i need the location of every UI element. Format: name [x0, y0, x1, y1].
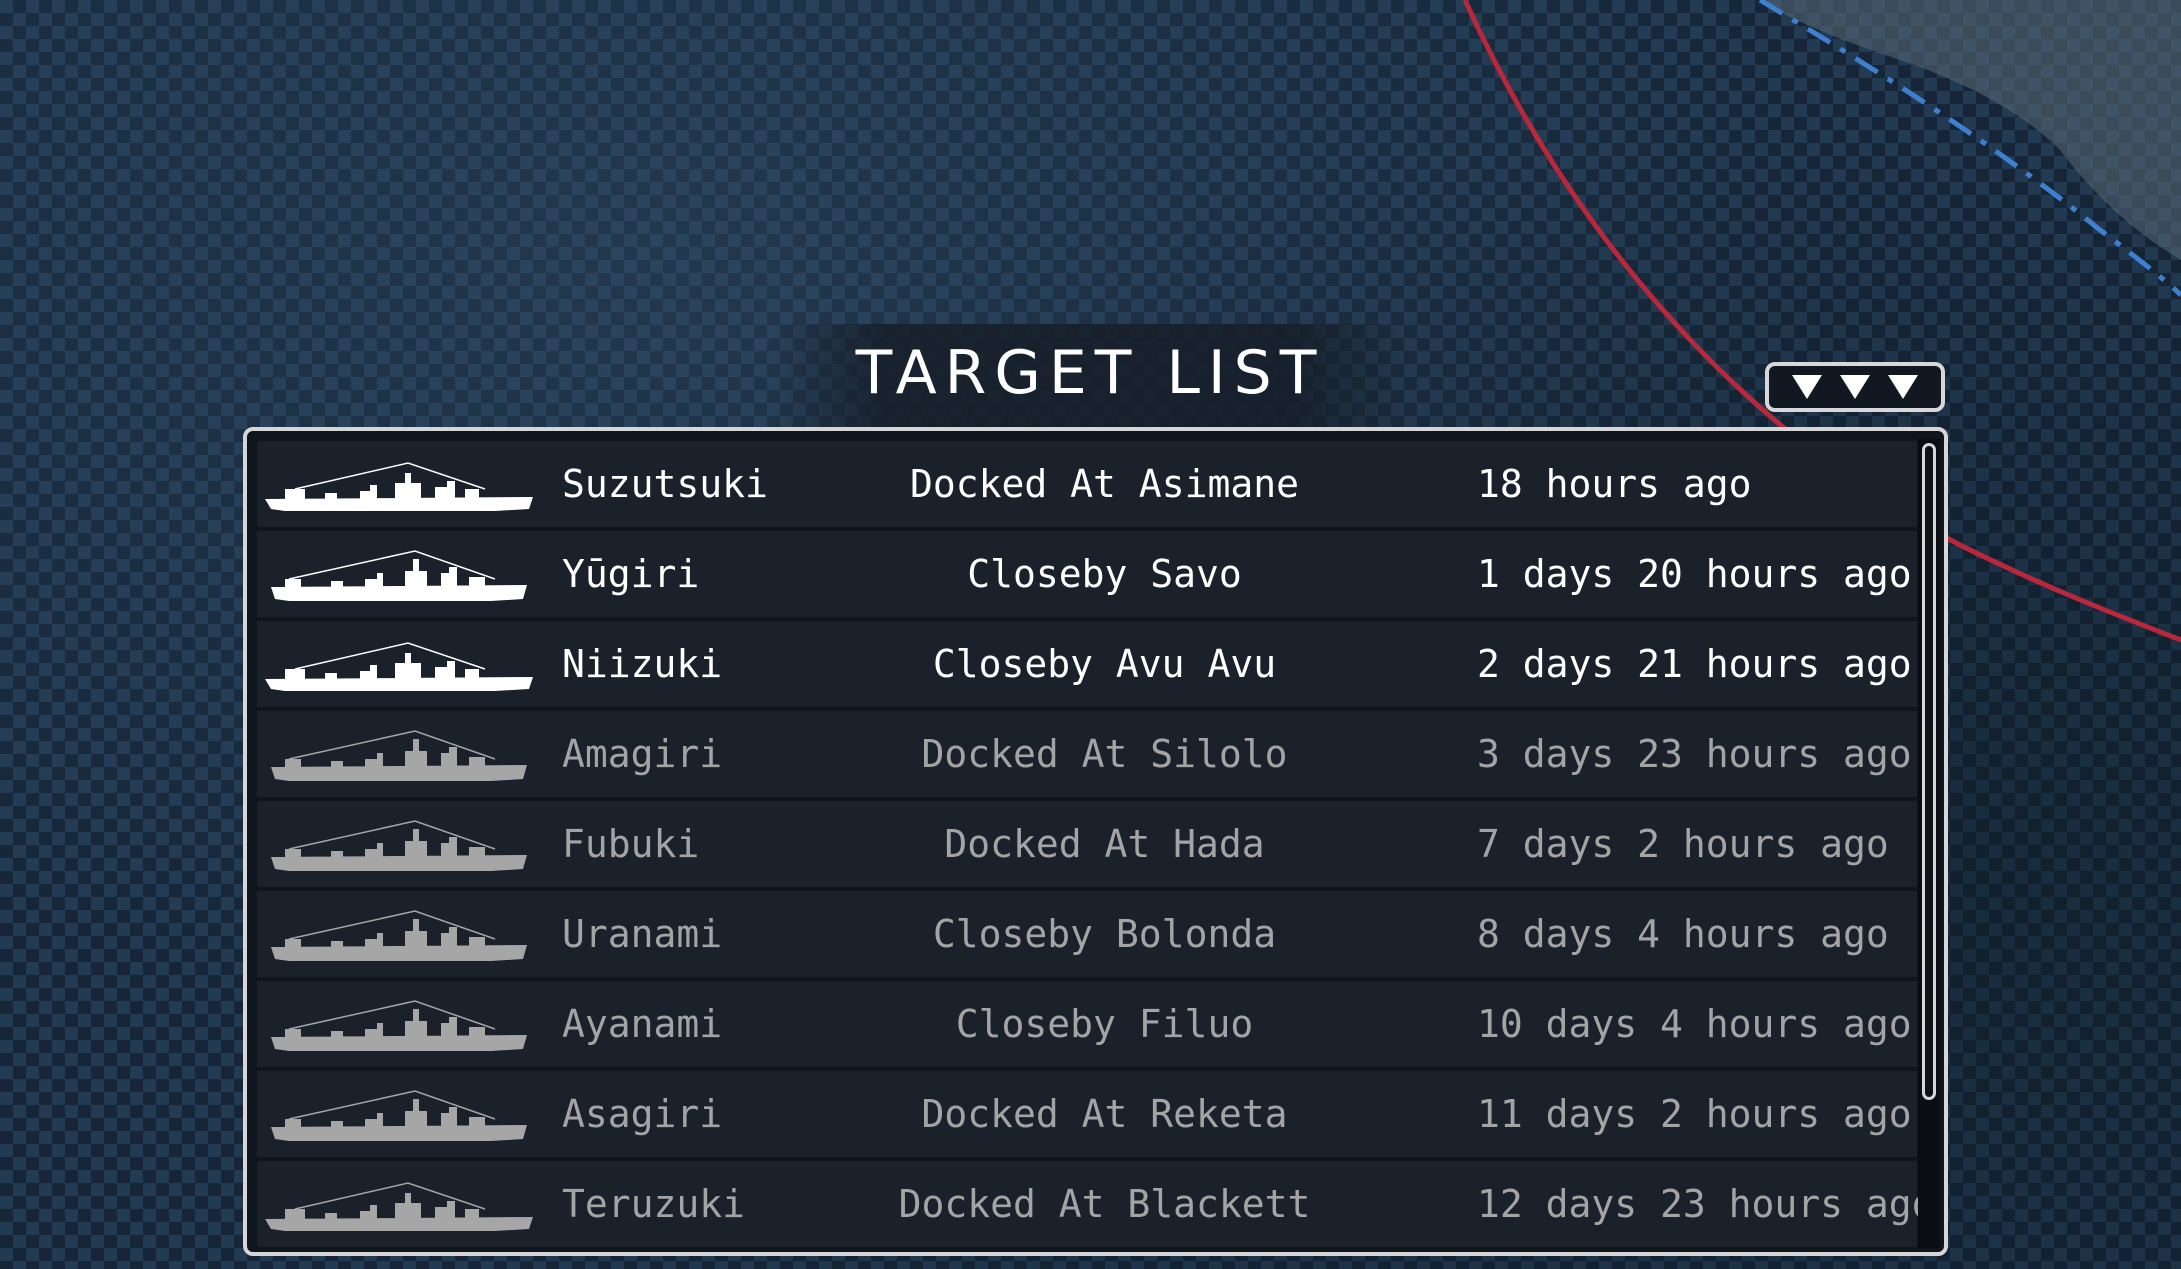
sort-toggle-button[interactable]: [1765, 362, 1945, 412]
ship-rigging: [288, 1090, 496, 1120]
destroyer-silhouette-icon: [271, 820, 527, 871]
last-seen-time: 1 days 20 hours ago: [1477, 552, 1912, 596]
map-background: TARGET LIST Suzutsuki Docked At Asimane 18…: [0, 0, 2181, 1269]
ship-hull: [265, 1193, 533, 1231]
ship-name: Teruzuki: [562, 1182, 746, 1226]
last-seen-time: 11 days 2 hours ago: [1477, 1092, 1912, 1136]
target-row[interactable]: Asagiri Docked At Reketa 11 days 2 hours a…: [257, 1071, 1917, 1157]
ship-rigging: [294, 1182, 486, 1210]
ship-location: Closeby Bolonda: [932, 912, 1277, 956]
last-seen-time: 10 days 4 hours ago: [1477, 1002, 1912, 1046]
target-row[interactable]: Ayanami Closeby Filuo 10 days 4 hours ago: [257, 981, 1917, 1067]
target-row[interactable]: Suzutsuki Docked At Asimane 18 hours ago: [257, 441, 1917, 527]
target-row[interactable]: Niizuki Closeby Avu Avu 2 days 21 hours ag…: [257, 621, 1917, 707]
destroyer-silhouette-icon: [265, 1182, 533, 1231]
target-list-panel: Suzutsuki Docked At Asimane 18 hours ago Yū…: [243, 427, 1948, 1256]
ship-rigging: [288, 550, 496, 580]
target-row[interactable]: Teruzuki Docked At Blackett 12 days 23 hou…: [257, 1161, 1935, 1247]
scrollbar-thumb[interactable]: [1922, 443, 1936, 1100]
ship-hull: [271, 1099, 527, 1141]
ship-location: Closeby Filuo: [955, 1002, 1254, 1046]
target-row[interactable]: Uranami Closeby Bolonda 8 days 4 hours ago: [257, 891, 1917, 977]
last-seen-time: 3 days 23 hours ago: [1477, 732, 1912, 776]
last-seen-time: 8 days 4 hours ago: [1477, 912, 1889, 956]
ship-hull: [271, 739, 527, 781]
destroyer-silhouette-icon: [265, 462, 533, 511]
ship-name: Amagiri: [562, 732, 723, 776]
ship-location: Closeby Savo: [967, 552, 1242, 596]
ship-hull: [265, 473, 533, 511]
target-row[interactable]: Yūgiri Closeby Savo 1 days 20 hours ago: [257, 531, 1917, 617]
chevron-down-icon: [1840, 375, 1870, 399]
destroyer-silhouette-icon: [271, 1000, 527, 1051]
panel-title: TARGET LIST: [855, 338, 1325, 408]
ship-name: Niizuki: [562, 642, 723, 686]
ship-location: Docked At Silolo: [921, 732, 1288, 776]
ship-location: Docked At Hada: [944, 822, 1265, 866]
ship-location: Docked At Reketa: [921, 1092, 1288, 1136]
ship-name: Asagiri: [562, 1092, 723, 1136]
ship-rigging: [288, 820, 496, 850]
ship-hull: [271, 829, 527, 871]
ship-location: Closeby Avu Avu: [932, 642, 1277, 686]
ship-rigging: [288, 1000, 496, 1030]
destroyer-silhouette-icon: [265, 642, 533, 691]
ship-name: Ayanami: [562, 1002, 723, 1046]
ship-location: Docked At Asimane: [910, 462, 1299, 506]
ship-hull: [265, 653, 533, 691]
ship-name: Suzutsuki: [562, 462, 768, 506]
last-seen-time: 7 days 2 hours ago: [1477, 822, 1889, 866]
ship-rigging: [288, 730, 496, 760]
destroyer-silhouette-icon: [271, 1090, 527, 1141]
ship-name: Yūgiri: [562, 552, 700, 596]
scrollbar[interactable]: [1918, 439, 1940, 1248]
last-seen-time: 18 hours ago: [1477, 462, 1752, 506]
ship-hull: [271, 559, 527, 601]
last-seen-time: 12 days 23 hours ago: [1477, 1182, 1935, 1226]
ship-name: Fubuki: [562, 822, 700, 866]
target-rows: Suzutsuki Docked At Asimane 18 hours ago Yū…: [257, 441, 1935, 1251]
destroyer-silhouette-icon: [271, 910, 527, 961]
target-row[interactable]: Amagiri Docked At Silolo 3 days 23 hours a…: [257, 711, 1917, 797]
destroyer-silhouette-icon: [271, 550, 527, 601]
ship-name: Uranami: [562, 912, 723, 956]
chevron-down-icon: [1888, 375, 1918, 399]
ship-rigging: [288, 910, 496, 940]
ship-hull: [271, 1009, 527, 1051]
last-seen-time: 2 days 21 hours ago: [1477, 642, 1912, 686]
ship-hull: [271, 919, 527, 961]
ship-rigging: [294, 642, 486, 670]
ship-location: Docked At Blackett: [898, 1182, 1311, 1226]
land-mass: [1760, 0, 2181, 260]
ship-rigging: [294, 462, 486, 490]
route-line: [1758, 0, 2181, 297]
target-row[interactable]: Fubuki Docked At Hada 7 days 2 hours ago: [257, 801, 1917, 887]
chevron-down-icon: [1792, 375, 1822, 399]
destroyer-silhouette-icon: [271, 730, 527, 781]
